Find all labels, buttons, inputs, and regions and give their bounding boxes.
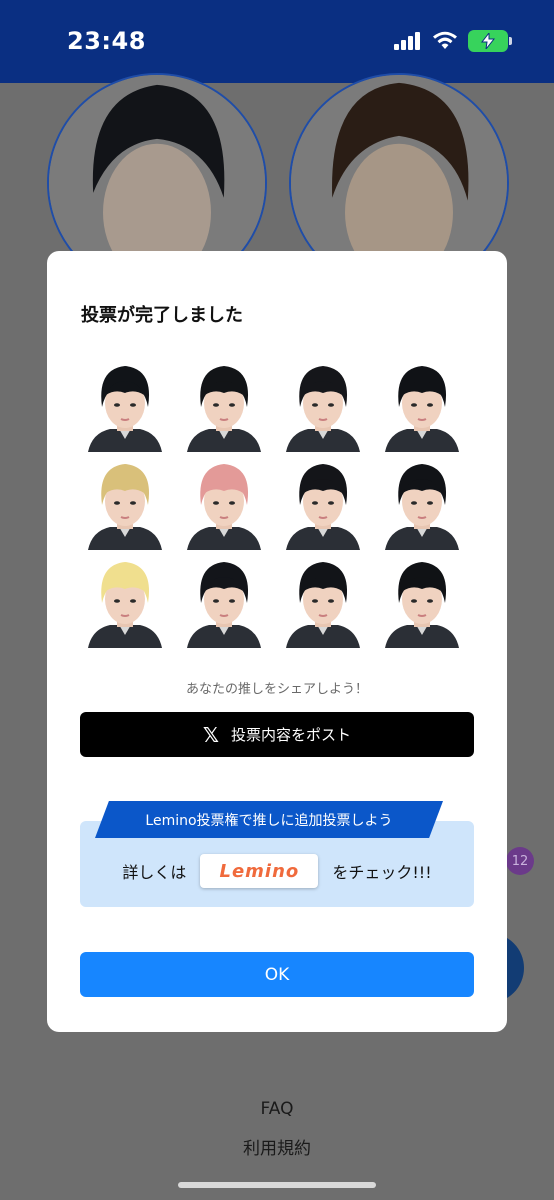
battery-charging-icon bbox=[468, 30, 512, 52]
wifi-icon bbox=[433, 31, 457, 49]
ok-button[interactable]: OK bbox=[80, 952, 474, 997]
cellular-signal-icon bbox=[394, 32, 420, 50]
post-button-label: 投票内容をポスト bbox=[231, 726, 352, 744]
lemino-logo-button[interactable]: Lemino bbox=[200, 854, 319, 888]
member-photo bbox=[278, 459, 368, 550]
member-photo bbox=[377, 459, 467, 550]
status-icons bbox=[394, 30, 512, 52]
lemino-promo-row: 詳しくは Lemino をチェック!!! bbox=[80, 851, 474, 891]
post-to-x-button[interactable]: 𝕏 投票内容をポスト bbox=[80, 712, 474, 757]
home-indicator bbox=[178, 1182, 376, 1188]
modal-title: 投票が完了しました bbox=[81, 305, 243, 326]
x-logo-icon: 𝕏 bbox=[202, 722, 220, 747]
vote-complete-modal: 投票が完了しました あなたの推しをシェアしよう！ 𝕏 投票内容をポスト Lemi… bbox=[47, 251, 507, 1032]
member-photo bbox=[80, 459, 170, 550]
member-photo bbox=[179, 459, 269, 550]
member-photo bbox=[179, 361, 269, 452]
share-prompt: あなたの推しをシェアしよう！ bbox=[185, 682, 368, 697]
member-photo bbox=[377, 557, 467, 648]
lemino-suffix: をチェック!!! bbox=[332, 863, 432, 882]
faq-link[interactable]: FAQ bbox=[0, 1099, 554, 1119]
lemino-banner: Lemino投票権で推しに追加投票しよう bbox=[95, 801, 443, 838]
member-photo bbox=[179, 557, 269, 648]
member-photo bbox=[278, 361, 368, 452]
background-count-badge: 12 bbox=[506, 847, 534, 875]
member-photo bbox=[80, 557, 170, 648]
member-photo bbox=[80, 361, 170, 452]
status-time: 23:48 bbox=[67, 27, 146, 55]
member-photo bbox=[278, 557, 368, 648]
member-photo bbox=[377, 361, 467, 452]
status-bar: 23:48 bbox=[0, 0, 554, 83]
terms-link[interactable]: 利用規約 bbox=[0, 1134, 554, 1159]
voted-members-grid bbox=[80, 361, 475, 648]
lemino-prefix: 詳しくは bbox=[122, 863, 187, 882]
